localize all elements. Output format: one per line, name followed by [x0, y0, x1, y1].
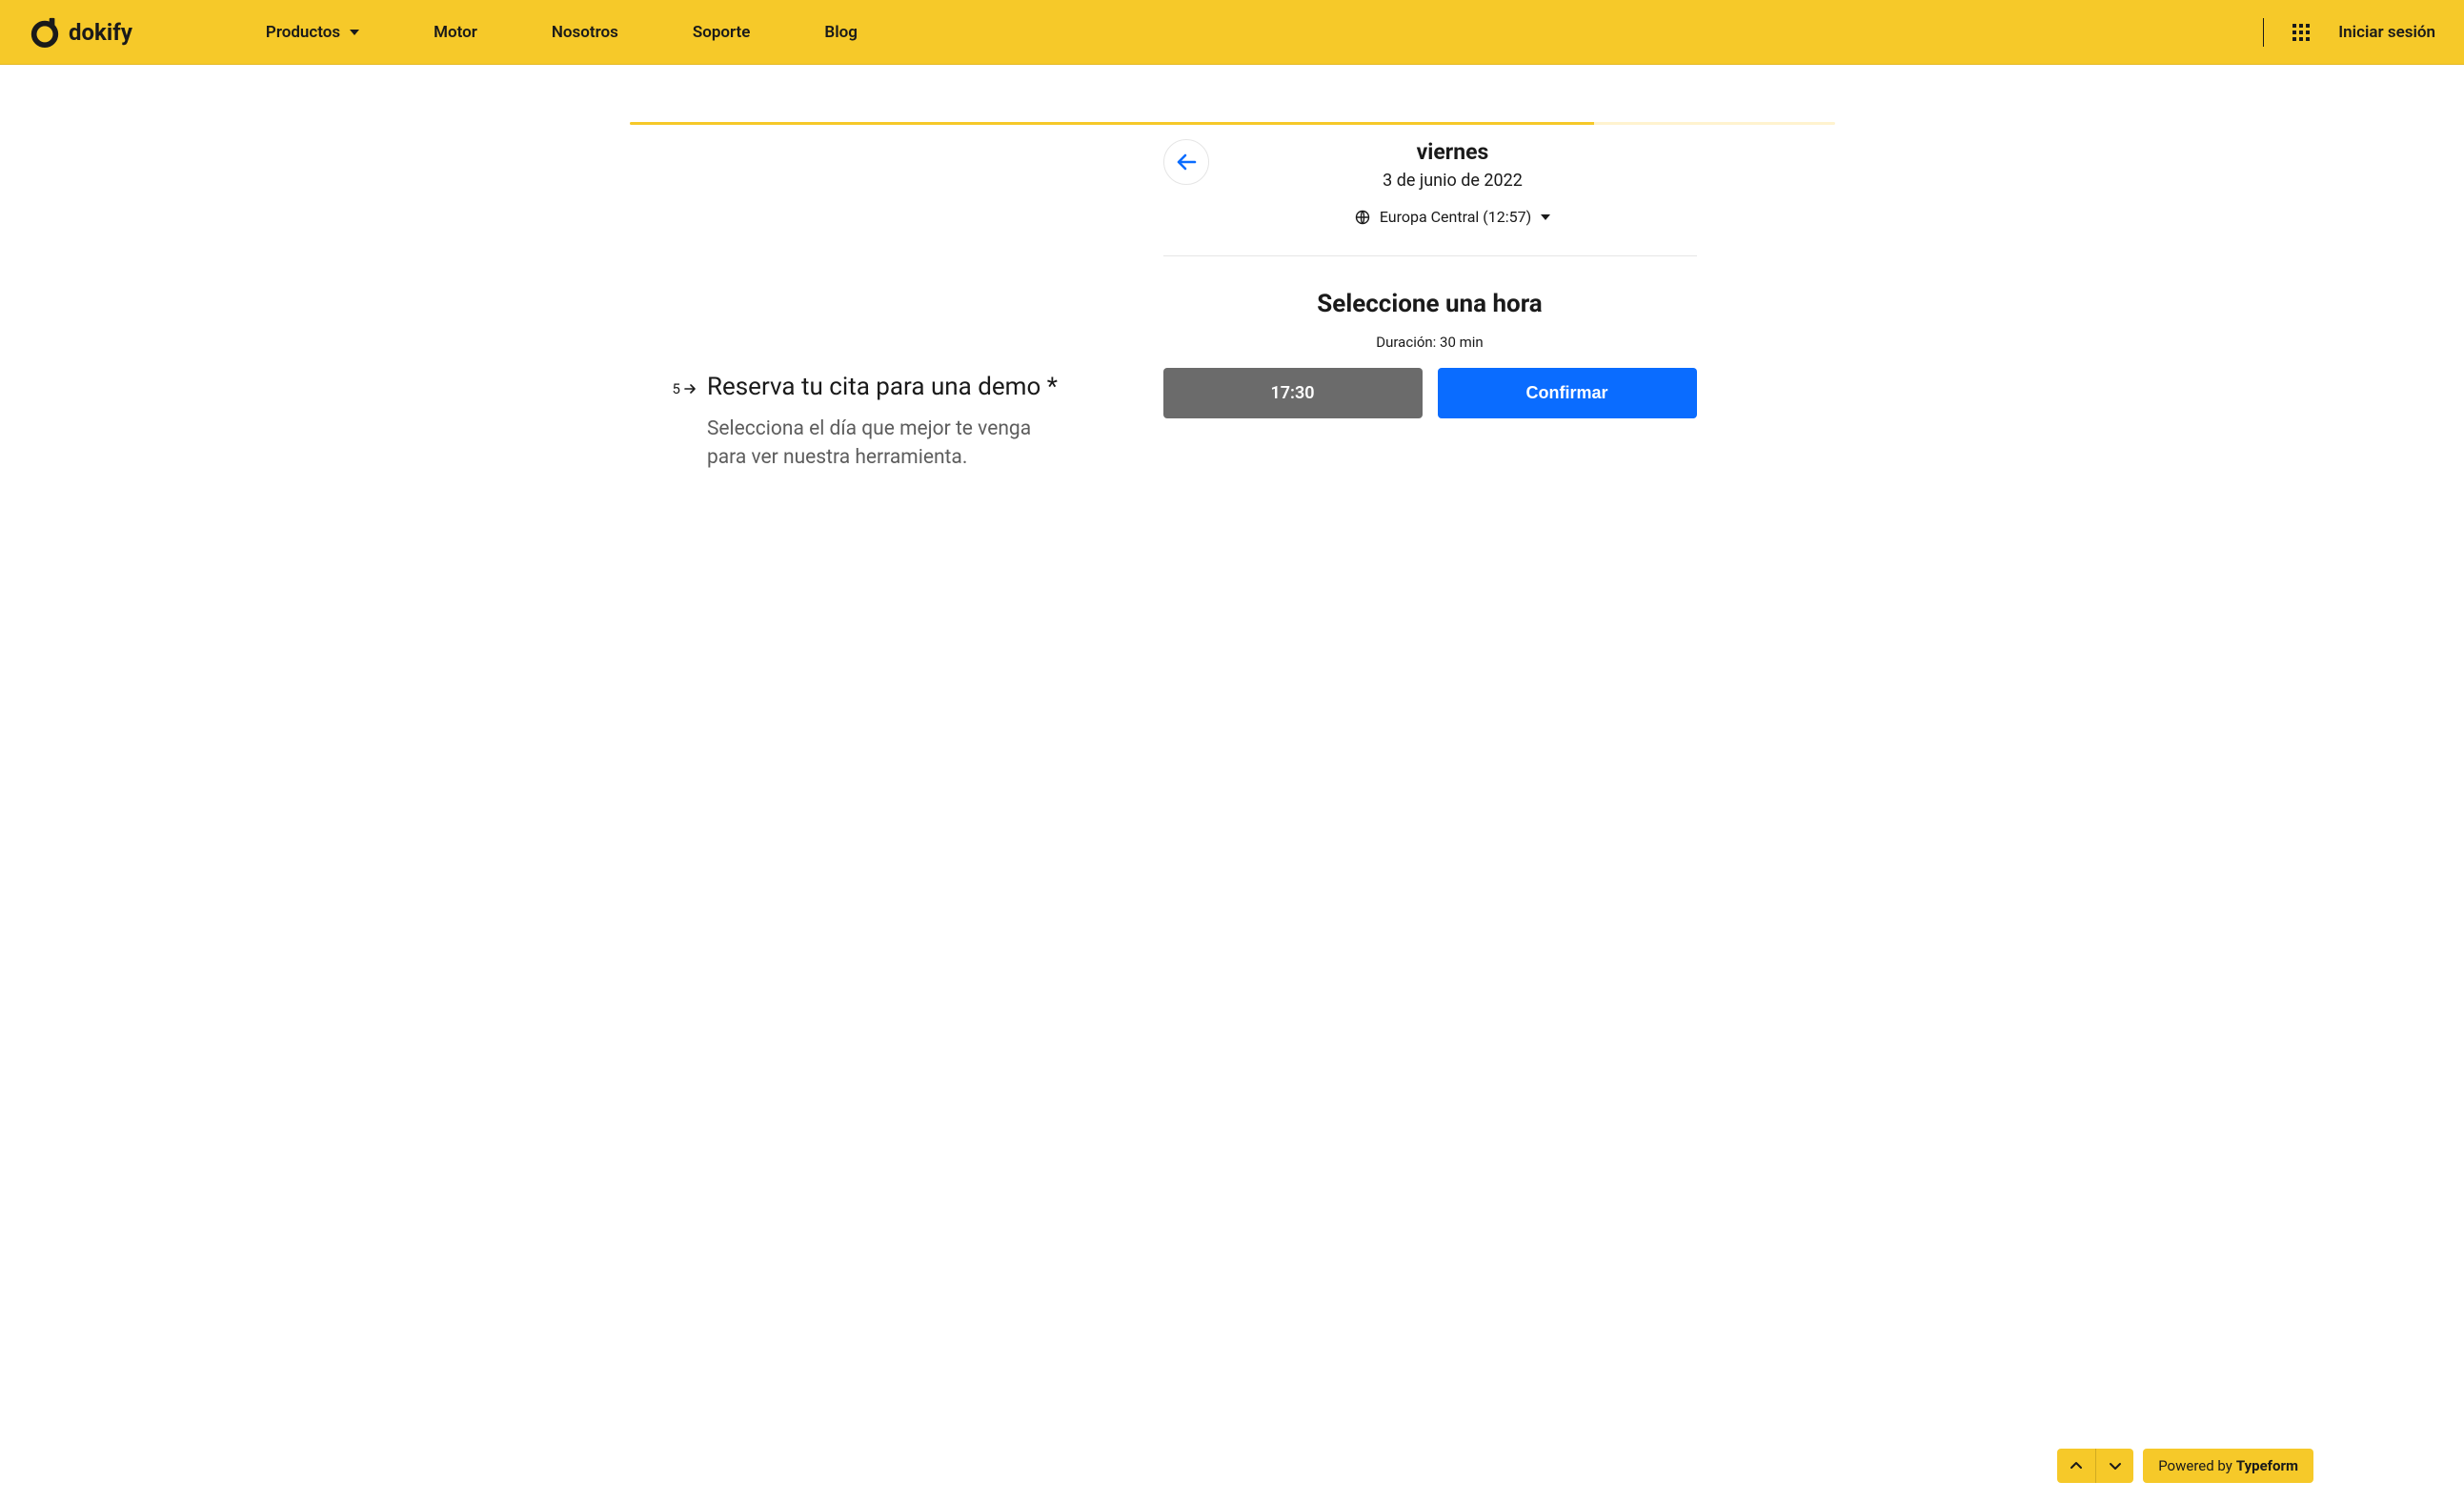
- nav-label: Nosotros: [552, 23, 618, 42]
- timezone-label: Europa Central (12:57): [1380, 208, 1531, 226]
- question-column: 5 Reserva tu cita para una demo * Selecc…: [630, 139, 1163, 473]
- arrow-right-icon: [684, 384, 696, 394]
- powered-prefix: Powered by: [2158, 1457, 2232, 1474]
- nav-item-soporte[interactable]: Soporte: [693, 23, 751, 42]
- full-date: 3 de junio de 2022: [1209, 171, 1697, 191]
- day-name: viernes: [1209, 139, 1697, 165]
- chevron-down-icon: [350, 30, 359, 35]
- prev-step-button[interactable]: [2057, 1449, 2095, 1483]
- confirm-button[interactable]: Confirmar: [1438, 368, 1697, 418]
- brand-name: dokify: [69, 19, 132, 46]
- nav-item-nosotros[interactable]: Nosotros: [552, 23, 618, 42]
- powered-brand: Typeform: [2236, 1457, 2298, 1474]
- arrow-left-icon: [1176, 153, 1197, 171]
- main-nav: Productos Motor Nosotros Soporte Blog: [266, 23, 2263, 42]
- nav-item-productos[interactable]: Productos: [266, 23, 359, 42]
- brand-logo[interactable]: dokify: [29, 16, 132, 49]
- step-indicator: 5: [673, 380, 696, 397]
- nav-item-blog[interactable]: Blog: [824, 23, 858, 42]
- scheduler-column: viernes 3 de junio de 2022 Europa Centra…: [1163, 139, 1835, 473]
- nav-label: Soporte: [693, 23, 751, 42]
- logo-icon: [29, 16, 61, 49]
- chevron-down-icon: [2109, 1461, 2122, 1471]
- question-subtitle: Selecciona el día que mejor te venga par…: [707, 415, 1060, 473]
- footer-controls: Powered by Typeform: [2057, 1449, 2313, 1483]
- apps-grid-icon[interactable]: [2292, 24, 2310, 41]
- nav-label: Blog: [824, 23, 858, 42]
- nav-label: Productos: [266, 23, 340, 42]
- content-row: 5 Reserva tu cita para una demo * Selecc…: [630, 139, 1835, 473]
- time-slot-row: 17:30 Confirmar: [1163, 368, 1697, 418]
- chevron-down-icon: [1541, 214, 1550, 220]
- progress-bar: [630, 122, 1835, 125]
- powered-by-link[interactable]: Powered by Typeform: [2143, 1449, 2313, 1483]
- nav-item-motor[interactable]: Motor: [434, 23, 477, 42]
- select-time-title: Seleccione una hora: [1163, 290, 1697, 318]
- selected-time-slot[interactable]: 17:30: [1163, 368, 1423, 418]
- next-step-button[interactable]: [2095, 1449, 2133, 1483]
- step-number: 5: [673, 380, 680, 397]
- timezone-selector[interactable]: Europa Central (12:57): [1355, 208, 1550, 226]
- form-container: 5 Reserva tu cita para una demo * Selecc…: [630, 65, 1835, 473]
- progress-fill: [630, 122, 1594, 125]
- globe-icon: [1355, 210, 1370, 225]
- site-header: dokify Productos Motor Nosotros Soporte …: [0, 0, 2464, 65]
- date-header: viernes 3 de junio de 2022 Europa Centra…: [1163, 139, 1697, 256]
- divider: [2263, 18, 2264, 47]
- duration-label: Duración: 30 min: [1163, 334, 1697, 351]
- back-button[interactable]: [1163, 139, 1209, 185]
- nav-label: Motor: [434, 23, 477, 42]
- header-right: Iniciar sesión: [2263, 18, 2435, 47]
- question-title: Reserva tu cita para una demo *: [707, 373, 1060, 401]
- login-link[interactable]: Iniciar sesión: [2338, 23, 2435, 42]
- step-nav: [2057, 1449, 2133, 1483]
- chevron-up-icon: [2070, 1461, 2083, 1471]
